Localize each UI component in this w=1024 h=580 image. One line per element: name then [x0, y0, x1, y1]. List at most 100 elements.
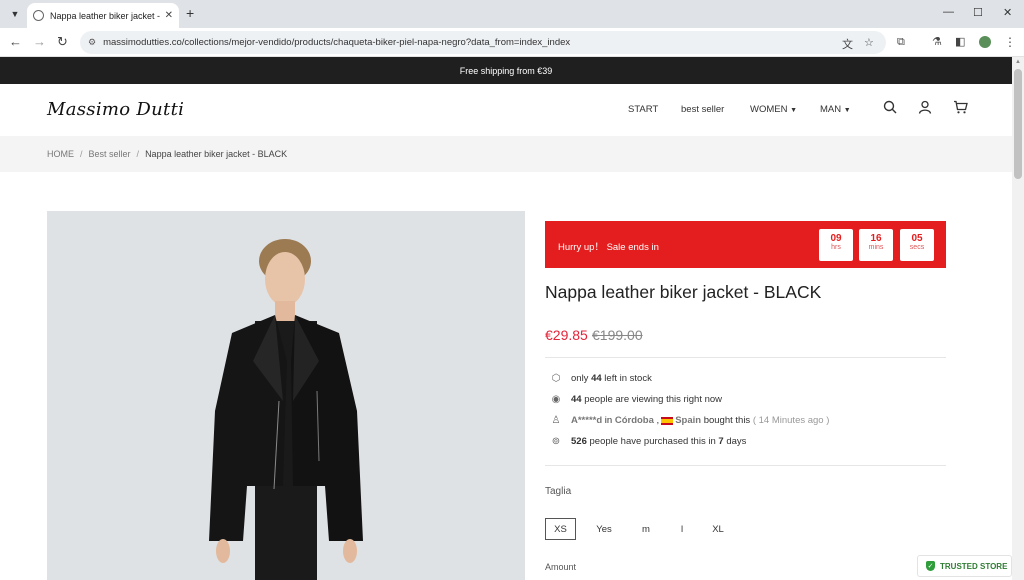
browser-tabstrip: ▼ Nappa leather biker jacket - BL ✕ + — …	[0, 0, 1024, 28]
tab-title: Nappa leather biker jacket - BL	[50, 10, 161, 21]
eye-icon: ◉	[551, 394, 561, 405]
globe-favicon-icon	[33, 10, 44, 21]
timer-minutes-value: 16	[870, 233, 882, 244]
timer-hours: 09 hrs	[819, 229, 853, 261]
timer-minutes-unit: mins	[868, 244, 884, 251]
viewing-post: people are viewing this right now	[584, 394, 723, 405]
nav-best-seller[interactable]: best seller	[681, 104, 724, 115]
announcement-text: Free shipping from €39	[459, 65, 553, 76]
timer-seconds: 05 secs	[900, 229, 934, 261]
site-logo[interactable]: Massimo Dutti	[47, 99, 184, 120]
trusted-store-label: TRUSTED STORE	[940, 561, 1008, 571]
cart-icon[interactable]	[953, 100, 968, 117]
divider	[545, 357, 946, 358]
address-url[interactable]: massimodutties.co/collections/mejor-vend…	[103, 37, 570, 48]
product-title: Nappa leather biker jacket - BLACK	[545, 282, 822, 302]
purchased-days: 7	[718, 436, 724, 447]
chevron-down-icon: ▼	[790, 107, 798, 114]
announcement-bar: Free shipping from €39	[0, 57, 1012, 84]
size-option-xs[interactable]: XS	[545, 518, 576, 540]
stock-info: ⬡ only 44 left in stock	[550, 373, 652, 384]
viewing-info: ◉ 44 people are viewing this right now	[550, 394, 722, 405]
breadcrumb-separator: /	[80, 149, 83, 159]
browser-tab[interactable]: Nappa leather biker jacket - BL ✕	[27, 3, 179, 28]
breadcrumb-current: Nappa leather biker jacket - BLACK	[145, 149, 288, 159]
reload-icon[interactable]: ↻	[57, 34, 68, 50]
star-icon[interactable]: ☆	[864, 36, 874, 49]
size-option-xl[interactable]: XL	[704, 518, 732, 540]
chevron-down-icon: ▼	[843, 107, 851, 114]
search-icon[interactable]	[883, 100, 897, 117]
buyer-comma: ,	[656, 415, 660, 426]
stock-pre: only	[571, 373, 589, 384]
translate-icon[interactable]: ⽂	[842, 36, 853, 52]
purchased-info: ⊚ 526 people have purchased this in 7 da…	[550, 436, 747, 447]
extensions-icon[interactable]: ⧉	[897, 34, 905, 50]
timer-seconds-unit: secs	[909, 244, 925, 251]
page-scrollbar[interactable]: ▲	[1012, 57, 1024, 580]
nav-start[interactable]: START	[628, 104, 658, 115]
tab-list-chevron-icon[interactable]: ▼	[6, 5, 24, 23]
amount-label: Amount	[545, 562, 577, 572]
tab-close-icon[interactable]: ✕	[165, 10, 173, 21]
site-header: Massimo Dutti START best seller WOMEN ▼ …	[0, 84, 1012, 136]
original-price: €199.00	[592, 327, 643, 343]
timer-hours-unit: hrs	[831, 244, 841, 251]
divider	[545, 465, 946, 466]
menu-icon[interactable]: ⋮	[1004, 34, 1016, 50]
buyer-bought: bought this	[703, 415, 751, 426]
timer-minutes: 16 mins	[859, 229, 893, 261]
trusted-store-badge[interactable]: ✓ TRUSTED STORE	[917, 555, 1012, 577]
new-tab-button[interactable]: +	[186, 6, 194, 20]
stock-post: left in stock	[604, 373, 652, 384]
sale-price: €29.85	[545, 327, 588, 343]
address-bar[interactable]: ⚙ massimodutties.co/collections/mejor-ve…	[80, 31, 886, 54]
size-option-m[interactable]: m	[632, 518, 660, 540]
coin-icon: ⊚	[551, 436, 561, 447]
viewing-count: 44	[571, 394, 582, 405]
account-icon[interactable]	[918, 100, 932, 117]
user-icon: ♙	[551, 415, 561, 426]
labs-icon[interactable]: ⚗	[932, 34, 942, 50]
spain-flag-icon	[661, 416, 674, 425]
minimize-button[interactable]: —	[943, 6, 954, 18]
close-window-button[interactable]: ✕	[1003, 6, 1012, 19]
nav-man[interactable]: MAN ▼	[820, 104, 851, 115]
size-option-yes[interactable]: Yes	[588, 518, 620, 540]
buyer-country: Spain	[675, 415, 702, 426]
purchased-count: 526	[571, 436, 587, 447]
nav-man-label: MAN	[820, 104, 842, 115]
browser-toolbar: ← → ↻ ⚙ massimodutties.co/collections/me…	[0, 28, 1024, 57]
shield-check-icon: ✓	[926, 561, 935, 571]
timer-seconds-value: 05	[911, 233, 923, 244]
nav-women-label: WOMEN	[750, 104, 788, 115]
breadcrumb: HOME / Best seller / Nappa leather biker…	[0, 136, 1012, 172]
breadcrumb-home[interactable]: HOME	[47, 149, 74, 159]
scrollbar-thumb[interactable]	[1014, 69, 1022, 179]
scroll-up-icon[interactable]: ▲	[1015, 59, 1021, 65]
sale-countdown-bar: Hurry up！ Sale ends in 09 hrs 16 mins 05…	[545, 221, 946, 268]
buyer-city: Córdoba	[614, 415, 654, 426]
breadcrumb-separator: /	[136, 149, 140, 159]
sidebar-icon[interactable]: ◧	[955, 34, 965, 50]
nav-women[interactable]: WOMEN ▼	[750, 104, 797, 115]
timer-hours-value: 09	[830, 233, 842, 244]
back-icon[interactable]: ←	[9, 34, 22, 50]
site-info-icon[interactable]: ⚙	[88, 37, 96, 48]
forward-icon[interactable]: →	[33, 34, 46, 50]
size-label: Taglia	[545, 486, 572, 497]
purchased-post: days	[726, 436, 747, 447]
buyer-time: ( 14 Minutes ago )	[752, 415, 830, 426]
profile-icon[interactable]	[979, 36, 991, 48]
breadcrumb-best-seller[interactable]: Best seller	[89, 149, 131, 159]
recent-purchase-info: ♙ A*****d in Córdoba , Spain bought this…	[550, 415, 830, 426]
product-image[interactable]	[47, 211, 525, 580]
purchased-mid: people have purchased this in	[589, 436, 716, 447]
size-option-l[interactable]: l	[670, 518, 694, 540]
stock-count: 44	[591, 373, 602, 384]
buyer-in: in	[604, 415, 613, 426]
buyer-name: A*****d	[571, 415, 603, 426]
sale-label: Hurry up！ Sale ends in	[558, 242, 659, 253]
maximize-button[interactable]: ☐	[973, 6, 983, 19]
box-icon: ⬡	[551, 373, 561, 384]
